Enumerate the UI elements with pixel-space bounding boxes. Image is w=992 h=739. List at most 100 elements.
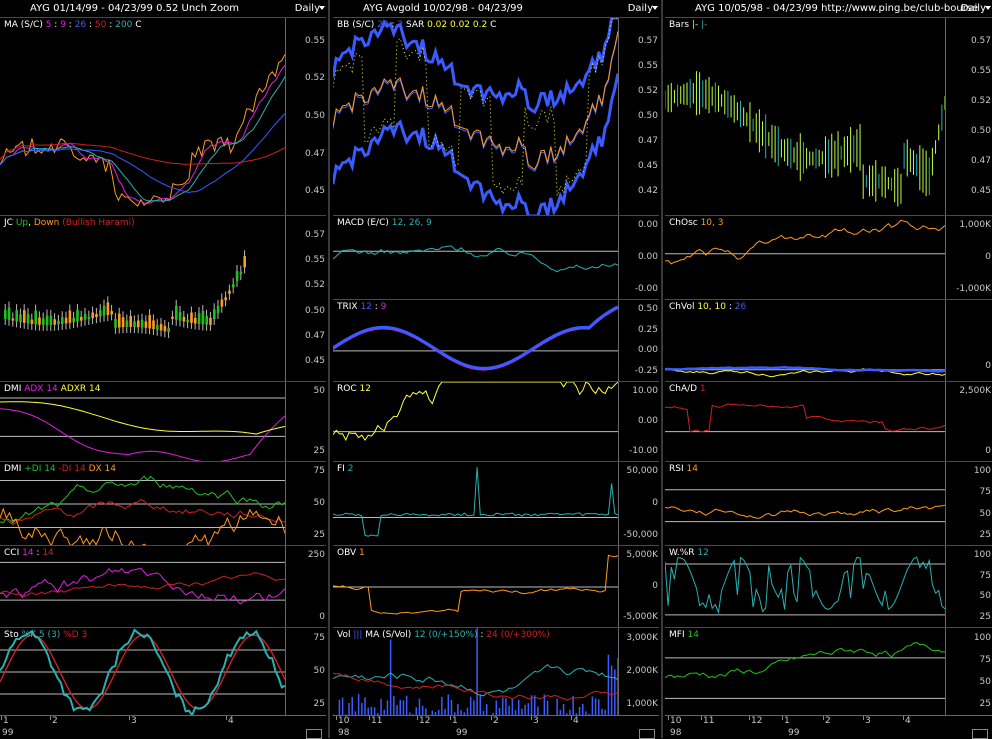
price-scale[interactable]: 5,000K 0 -5,000K (618, 546, 660, 628)
period-dropdown[interactable]: Daily (628, 0, 653, 17)
indicator-pane-roc[interactable]: ROC 12 10.00 0.00 -10.00 (333, 381, 659, 462)
label-segment: : (51, 20, 61, 30)
price-scale[interactable]: 10.00 0.00 -10.00 (618, 382, 660, 462)
price-scale[interactable]: 50 25 (285, 382, 327, 462)
scale-tick-label: 0.55 (304, 35, 325, 46)
indicator-pane-bb[interactable]: BB (S/C) 20 : 2 SAR 0.02 0.02 0.2 C 0.57… (333, 17, 659, 216)
indicator-label: CCI 14 : 14 (4, 548, 54, 558)
price-scale[interactable]: 0.50 0.25 0.00 -0.25 (618, 300, 660, 382)
indicator-pane-macd[interactable]: MACD (E/C) 12, 26, 9 0.00 0.00 -0.00 (333, 215, 659, 300)
indicator-plot (333, 305, 618, 371)
indicator-plot (665, 219, 945, 265)
label-segment: 26 (734, 302, 747, 312)
indicator-pane-dmi1[interactable]: DMI ADX 14 ADXR 14 50 25 (0, 381, 326, 462)
label-segment: C (132, 20, 142, 30)
price-scale[interactable]: 100 75 50 25 (945, 628, 992, 716)
scale-tick-label: 0.47 (304, 148, 325, 159)
year-label: 98 (338, 728, 350, 738)
indicator-label: TRIX 12 : 9 (337, 302, 386, 312)
indicator-pane-wr[interactable]: W.%R 12 100 75 50 25 (665, 545, 992, 628)
price-scale[interactable]: 0.55 0.52 0.50 0.47 0.45 (285, 18, 327, 216)
indicator-label: Bars |- |- (669, 20, 707, 30)
scale-tick-label: 0.50 (637, 111, 658, 121)
indicator-pane-rsi[interactable]: RSI 14 100 75 50 25 (665, 461, 992, 546)
date-axis[interactable]: 10 11 12 1 2 3 4 98 99 (333, 715, 659, 739)
indicator-pane-chvol[interactable]: ChVol 10, 10 : 26 0 (665, 299, 992, 382)
label-segment: |- (701, 20, 708, 30)
scale-tick-label: 0.47 (304, 330, 325, 341)
indicator-pane-vol[interactable]: Vol ||| MA (S/Vol) 12 (0/+150%) : 24 (0/… (333, 627, 659, 716)
indicator-pane-dmi2[interactable]: DMI +DI 14 -DI 14 DX 14 75 50 25 (0, 461, 326, 546)
price-scale[interactable]: 100 75 50 25 (945, 546, 992, 628)
minus-di-line (0, 498, 285, 526)
scale-tick-label: 0.45 (304, 356, 325, 367)
indicator-plot (333, 554, 618, 615)
column-divider[interactable] (661, 0, 663, 738)
candle (23, 310, 26, 323)
axis-tick (450, 716, 451, 720)
candle (114, 318, 117, 328)
month-label: 4 (228, 716, 234, 726)
chevron-down-icon[interactable] (319, 6, 325, 10)
candle (182, 316, 186, 322)
candle (216, 306, 220, 313)
candle (11, 318, 15, 321)
price-scale[interactable]: 0.57 0.55 0.52 0.50 0.47 0.45 0.42 (618, 18, 660, 216)
axis-tick (417, 716, 418, 720)
price-scale[interactable]: 2,500K 0 (945, 382, 992, 462)
indicator-label: MA (S/C) 5 : 9 : 26 : 50 : 200 C (4, 20, 141, 30)
chevron-down-icon[interactable] (652, 6, 658, 10)
price-scale[interactable]: 0 (945, 300, 992, 382)
indicator-pane-mfi[interactable]: MFI 14 100 75 50 25 (665, 627, 992, 716)
scale-tick-label: 3,000K (626, 632, 658, 643)
chart-column-2: AYG Avgold 10/02/98 - 04/23/99 Daily BB (S… (333, 0, 659, 739)
indicator-pane-ma[interactable]: MA (S/C) 5 : 9 : 26 : 50 : 200 C 0.55 0.5… (0, 17, 326, 216)
price-scale[interactable]: 250 0 (285, 546, 327, 628)
indicator-plot (4, 250, 246, 339)
candle (159, 323, 163, 331)
price-scale[interactable]: 100 75 50 25 (945, 462, 992, 546)
candle (232, 284, 235, 288)
indicator-plot (665, 556, 945, 616)
price-scale[interactable]: 0.57 0.55 0.52 0.50 0.47 0.45 (285, 216, 327, 382)
indicator-pane-chosc[interactable]: ChOsc 10, 3 1,000K 0 -1,000K (665, 215, 992, 300)
date-axis[interactable]: 1 2 3 4 99 (0, 715, 326, 739)
candle (118, 313, 121, 328)
period-dropdown[interactable]: Daily (961, 0, 986, 17)
scale-tick-label: 50,000 (626, 466, 659, 477)
price-scale[interactable]: 75 50 25 (285, 628, 327, 716)
indicator-plot (0, 561, 285, 605)
chevron-down-icon[interactable] (985, 6, 991, 10)
indicator-label: DMI ADX 14 ADXR 14 (4, 384, 101, 394)
label-segment: 14 (687, 630, 699, 640)
candle (140, 319, 144, 328)
candle (83, 313, 87, 320)
price-scale[interactable]: 3,000K 2,000K 1,000K (618, 628, 660, 716)
label-segment: Down (33, 218, 60, 228)
label-segment: (Bullish Harami) (59, 218, 135, 228)
column-divider[interactable] (328, 0, 330, 738)
date-axis[interactable]: 10 11 12 1 2 3 4 98 99 (665, 715, 992, 739)
indicator-pane-bars[interactable]: Bars |- |- 0.57 0.55 0.52 0.50 0.47 0.45 (665, 17, 992, 216)
vol-ma12-line (333, 664, 618, 697)
label-segment: 12 (360, 302, 372, 312)
price-scale[interactable]: 75 50 25 (285, 462, 327, 546)
indicator-pane-trix[interactable]: TRIX 12 : 9 0.50 0.25 0.00 -0.25 (333, 299, 659, 382)
trix-signal-line (333, 307, 618, 371)
period-dropdown[interactable]: Daily (295, 0, 320, 17)
indicator-pane-jc[interactable]: JC Up, Down (Bullish Harami) 0.57 0.55 0.52… (0, 215, 326, 382)
price-scale[interactable]: 0.00 0.00 -0.00 (618, 216, 660, 300)
indicator-pane-obv[interactable]: OBV 1 5,000K 0 -5,000K (333, 545, 659, 628)
indicator-pane-sto[interactable]: Sto %K 5 (3) %D 3 75 50 25 (0, 627, 326, 716)
label-segment: Sto (4, 630, 22, 640)
price-scale[interactable]: 1,000K 0 -1,000K (945, 216, 992, 300)
price-scale[interactable]: 50,000 0 -50,000 (618, 462, 660, 546)
axis-tick (903, 716, 904, 720)
indicator-pane-chad[interactable]: ChA/D 1 2,500K 0 (665, 381, 992, 462)
scale-tick-label: 100 (973, 466, 991, 477)
indicator-pane-cci[interactable]: CCI 14 : 14 250 0 (0, 545, 326, 628)
indicator-pane-fi[interactable]: FI 2 50,000 0 -50,000 (333, 461, 659, 546)
adx-line (0, 408, 285, 462)
label-segment: FI (337, 464, 348, 474)
price-scale[interactable]: 0.57 0.55 0.52 0.50 0.47 0.45 (945, 18, 992, 216)
